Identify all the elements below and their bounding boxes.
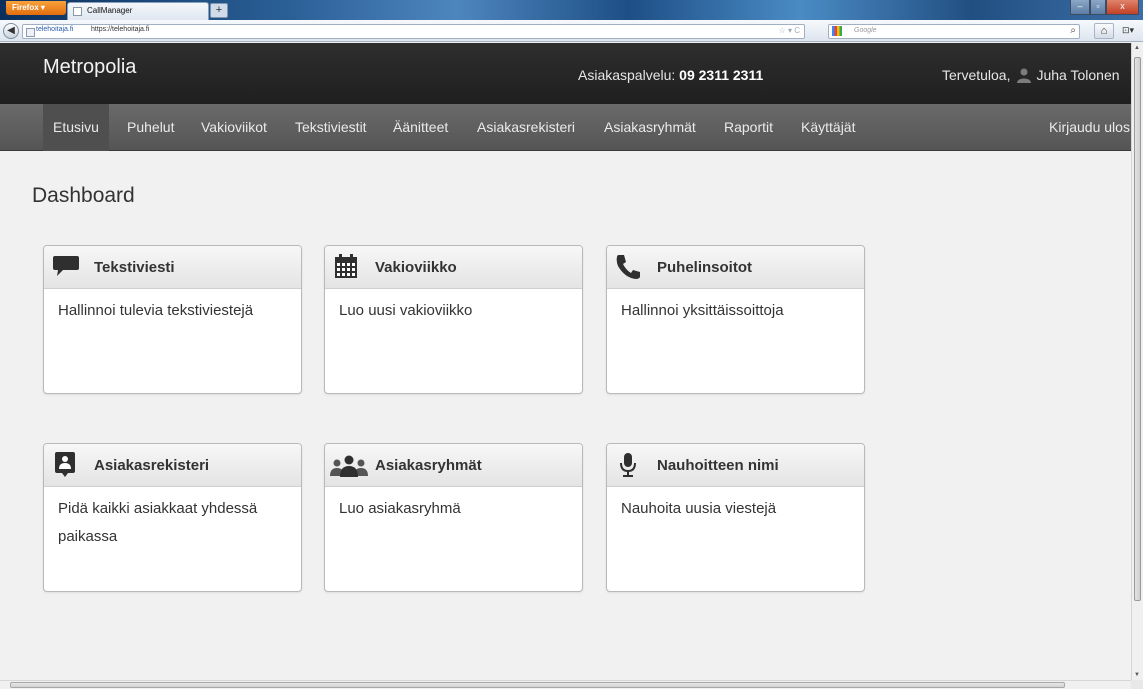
home-button[interactable]: ⌂ <box>1094 23 1114 39</box>
card-body: Pidä kaikki asiakkaat yhdessä paikassa <box>44 487 301 566</box>
card-description: Hallinnoi tulevia tekstiviestejä <box>58 302 254 319</box>
nav-item-asiakasryhmat[interactable]: Asiakasryhmät <box>604 104 696 151</box>
browser-navbar: ◀ telehoitaja.fi https://telehoitaja.fi … <box>0 20 1143 42</box>
user-name[interactable]: Juha Tolonen <box>1036 67 1119 83</box>
card-description: Nauhoita uusia viestejä <box>621 500 777 517</box>
horizontal-scroll-thumb[interactable] <box>10 682 1065 688</box>
main-content: Dashboard Tekstiviesti Hallinnoi tulevia… <box>0 152 1131 680</box>
customer-service: Asiakaspalvelu: 09 2311 2311 <box>578 67 763 83</box>
site-identity[interactable]: telehoitaja.fi <box>26 26 73 37</box>
nav-item-vakioviikot[interactable]: Vakioviikot <box>201 104 267 151</box>
card-asiakasryhmat[interactable]: Asiakasryhmät Luo asiakasryhmä <box>324 443 583 592</box>
microphone-icon <box>620 453 636 477</box>
card-title[interactable]: Asiakasryhmät <box>375 457 482 474</box>
browser-titlebar: Firefox ▾ CallManager + – ▫ x <box>0 0 1143 20</box>
browser-tab[interactable]: CallManager <box>67 2 209 20</box>
card-description: Pidä kaikki asiakkaat yhdessä paikassa <box>58 500 258 545</box>
card-title[interactable]: Puhelinsoitot <box>657 259 752 276</box>
nav-item-tekstiviestit[interactable]: Tekstiviestit <box>295 104 367 151</box>
page-favicon-icon <box>73 7 82 16</box>
card-title[interactable]: Nauhoitteen nimi <box>657 457 779 474</box>
service-phone: 09 2311 2311 <box>679 67 764 83</box>
card-header[interactable]: Asiakasrekisteri <box>44 444 301 487</box>
page-title: Dashboard <box>32 184 135 207</box>
maximize-button[interactable]: ▫ <box>1090 0 1106 15</box>
nav-item-etusivu[interactable]: Etusivu <box>43 104 109 151</box>
search-bar[interactable]: Google ⌕ <box>828 24 1080 39</box>
group-icon <box>330 455 368 477</box>
speech-bubble-icon <box>53 256 79 276</box>
card-body: Nauhoita uusia viestejä <box>607 487 864 538</box>
back-button[interactable]: ◀ <box>3 23 19 39</box>
card-body: Luo asiakasryhmä <box>325 487 582 538</box>
vertical-scrollbar[interactable]: ▲ ▼ <box>1131 43 1143 680</box>
tab-title: CallManager <box>87 6 133 15</box>
nav-item-raportit[interactable]: Raportit <box>724 104 773 151</box>
vertical-scroll-thumb[interactable] <box>1134 57 1141 601</box>
greeting-text: Tervetuloa, <box>942 67 1011 83</box>
card-description: Luo uusi vakioviikko <box>339 302 473 319</box>
card-description: Hallinnoi yksittäissoittoja <box>621 302 784 319</box>
card-header[interactable]: Vakioviikko <box>325 246 582 289</box>
site-header: Metropolia Asiakaspalvelu: 09 2311 2311 … <box>0 43 1131 104</box>
google-icon[interactable] <box>832 26 842 36</box>
card-header[interactable]: Puhelinsoitot <box>607 246 864 289</box>
card-vakioviikko[interactable]: Vakioviikko Luo uusi vakioviikko <box>324 245 583 394</box>
calendar-icon <box>335 254 357 278</box>
browser-menu-button[interactable]: ⊡▾ <box>1118 23 1138 39</box>
user-icon <box>1017 68 1032 83</box>
card-puhelinsoitot[interactable]: Puhelinsoitot Hallinnoi yksittäissoittoj… <box>606 245 865 394</box>
card-description: Luo asiakasryhmä <box>339 500 461 517</box>
logout-link[interactable]: Kirjaudu ulos <box>1049 104 1130 151</box>
firefox-menu-button[interactable]: Firefox ▾ <box>6 1 66 15</box>
close-window-button[interactable]: x <box>1106 0 1139 15</box>
nav-item-asiakasrekisteri[interactable]: Asiakasrekisteri <box>477 104 575 151</box>
card-tekstiviesti[interactable]: Tekstiviesti Hallinnoi tulevia tekstivie… <box>43 245 302 394</box>
nav-item-kayttajat[interactable]: Käyttäjät <box>801 104 855 151</box>
nav-item-puhelut[interactable]: Puhelut <box>127 104 174 151</box>
scrollbar-corner <box>1131 680 1143 689</box>
url-bar[interactable]: telehoitaja.fi https://telehoitaja.fi ☆ … <box>22 24 805 39</box>
brand-logo[interactable]: Metropolia <box>43 56 136 79</box>
card-asiakasrekisteri[interactable]: Asiakasrekisteri Pidä kaikki asiakkaat y… <box>43 443 302 592</box>
card-header[interactable]: Asiakasryhmät <box>325 444 582 487</box>
main-nav: Etusivu Puhelut Vakioviikot Tekstiviesti… <box>0 104 1131 151</box>
card-header[interactable]: Tekstiviesti <box>44 246 301 289</box>
url-text[interactable]: https://telehoitaja.fi <box>91 26 149 33</box>
bookmark-reload-icons[interactable]: ☆ ▾ C <box>779 26 800 35</box>
scroll-up-arrow-icon[interactable]: ▲ <box>1134 45 1140 51</box>
nav-item-aanitteet[interactable]: Äänitteet <box>393 104 448 151</box>
new-tab-button[interactable]: + <box>210 3 228 18</box>
contact-card-icon <box>55 452 75 477</box>
card-body: Luo uusi vakioviikko <box>325 289 582 340</box>
card-title[interactable]: Asiakasrekisteri <box>94 457 209 474</box>
card-title[interactable]: Tekstiviesti <box>94 259 175 276</box>
card-body: Hallinnoi yksittäissoittoja <box>607 289 864 340</box>
scroll-down-arrow-icon[interactable]: ▼ <box>1134 672 1140 678</box>
card-title[interactable]: Vakioviikko <box>375 259 457 276</box>
horizontal-scrollbar[interactable] <box>0 680 1131 689</box>
search-icon[interactable]: ⌕ <box>1070 25 1076 36</box>
card-nauhoitteen-nimi[interactable]: Nauhoitteen nimi Nauhoita uusia viestejä <box>606 443 865 592</box>
card-header[interactable]: Nauhoitteen nimi <box>607 444 864 487</box>
minimize-button[interactable]: – <box>1070 0 1090 15</box>
search-input[interactable]: Google <box>854 27 877 34</box>
card-body: Hallinnoi tulevia tekstiviestejä <box>44 289 301 340</box>
phone-icon <box>616 255 640 279</box>
user-greeting: Tervetuloa, Juha Tolonen <box>942 67 1120 83</box>
service-label: Asiakaspalvelu: <box>578 67 676 83</box>
